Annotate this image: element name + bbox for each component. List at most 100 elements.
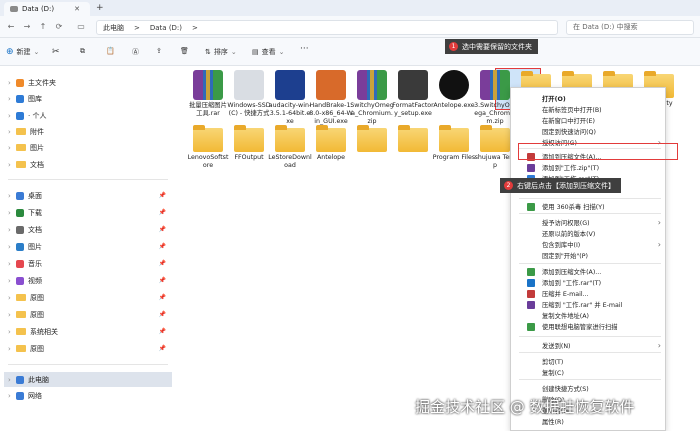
chevron-right-icon[interactable]: ›: [8, 243, 12, 251]
sidebar-item[interactable]: › 文档 📌: [4, 222, 172, 237]
pin-icon[interactable]: 📌: [159, 277, 166, 284]
chevron-right-icon[interactable]: ›: [8, 376, 12, 384]
sidebar-item[interactable]: › 附件: [4, 124, 172, 139]
file-item[interactable]: LenovoSoftstore: [186, 124, 230, 170]
context-menu-item[interactable]: 压缩到 "工作.rar" 并 E-mail: [511, 299, 667, 310]
sidebar-item[interactable]: › 视频 📌: [4, 273, 172, 288]
sidebar-item[interactable]: › 图片: [4, 140, 172, 155]
chevron-right-icon[interactable]: ›: [8, 277, 12, 285]
pin-icon[interactable]: 📌: [159, 192, 166, 199]
pin-icon[interactable]: 📌: [159, 226, 166, 233]
file-item[interactable]: [391, 124, 435, 154]
copy-icon[interactable]: ⧉: [80, 47, 85, 56]
sidebar-item[interactable]: › 桌面 📌: [4, 188, 172, 203]
context-menu-item[interactable]: 还原以前的版本(V): [511, 228, 667, 239]
file-item[interactable]: Windows-SSD (C) - 快捷方式: [227, 70, 271, 118]
sidebar-item[interactable]: › 音乐 📌: [4, 256, 172, 271]
chevron-right-icon[interactable]: ›: [8, 328, 12, 336]
tab-data-d[interactable]: Data (D:) ✕: [4, 2, 90, 16]
context-menu-item[interactable]: 在新窗口中打开(E): [511, 115, 667, 126]
chevron-right-icon[interactable]: ›: [8, 392, 12, 400]
pin-icon[interactable]: 📌: [159, 209, 166, 216]
chevron-right-icon[interactable]: ›: [8, 345, 12, 353]
sidebar-item[interactable]: › 主文件夹: [4, 75, 172, 90]
cut-icon[interactable]: ✂: [52, 47, 60, 57]
file-item[interactable]: SwitchyOmega_Chromium.zip: [350, 70, 394, 126]
forward-icon[interactable]: →: [22, 21, 32, 33]
file-item[interactable]: FFOutput: [227, 124, 271, 162]
file-item[interactable]: Antelope: [309, 124, 353, 162]
refresh-icon[interactable]: ⟳: [54, 21, 64, 33]
file-item[interactable]: 批量压缩图片工具.rar: [186, 70, 230, 118]
file-item[interactable]: [350, 124, 394, 154]
sidebar-item[interactable]: › 原图 📌: [4, 341, 172, 356]
sidebar-item[interactable]: › · 个人: [4, 108, 172, 123]
context-menu-item[interactable]: 剪切(T): [511, 356, 667, 367]
context-menu-item[interactable]: 添加到"工作.zip"(T): [511, 162, 667, 173]
sidebar-item[interactable]: › 网络: [4, 388, 172, 403]
new-button[interactable]: ⊕ 新建 ⌄: [6, 47, 39, 57]
breadcrumb[interactable]: 此电脑 > Data (D:) >: [96, 20, 558, 35]
context-menu-item[interactable]: 添加到压缩文件(A)...: [511, 266, 667, 277]
more-button[interactable]: ···: [300, 44, 309, 54]
chevron-right-icon[interactable]: ›: [8, 144, 12, 152]
sidebar-item[interactable]: › 图库: [4, 91, 172, 106]
context-menu-item[interactable]: 添加到 "工作.rar"(T): [511, 277, 667, 288]
context-menu-item[interactable]: 打开(O): [511, 93, 667, 104]
file-item[interactable]: Program Files: [432, 124, 476, 162]
back-icon[interactable]: ←: [6, 21, 16, 33]
sidebar-item[interactable]: › 图片 📌: [4, 239, 172, 254]
chevron-right-icon[interactable]: ›: [8, 209, 12, 217]
context-menu-item[interactable]: 使用 360杀毒 扫描(Y): [511, 201, 667, 212]
sidebar-item[interactable]: › 文档: [4, 157, 172, 172]
file-item[interactable]: Antelope.exe: [432, 70, 476, 110]
sidebar-item[interactable]: › 原图 📌: [4, 307, 172, 322]
context-menu-item[interactable]: 固定到快速访问(Q): [511, 126, 667, 137]
chevron-right-icon[interactable]: ›: [8, 260, 12, 268]
chevron-right-icon[interactable]: ›: [8, 294, 12, 302]
view-button[interactable]: ▤ 查看 ⌄: [252, 47, 285, 57]
search-input[interactable]: 在 Data (D:) 中搜索: [566, 20, 694, 35]
crumb-this-pc[interactable]: 此电脑: [103, 23, 124, 33]
pin-icon[interactable]: 📌: [159, 328, 166, 335]
pin-icon[interactable]: 📌: [159, 260, 166, 267]
chevron-right-icon[interactable]: ›: [8, 311, 12, 319]
context-menu-item[interactable]: 使用联想电脑管家进行扫描: [511, 321, 667, 332]
context-menu-item[interactable]: 包含到库中(I): [511, 239, 667, 250]
file-item[interactable]: audacity-win-3.5.1-64bit.exe: [268, 70, 312, 126]
chevron-right-icon[interactable]: ›: [8, 79, 12, 87]
context-menu-item[interactable]: 创建快捷方式(S): [511, 383, 667, 394]
pin-icon[interactable]: 📌: [159, 311, 166, 318]
context-menu-item[interactable]: 固定到"开始"(P): [511, 250, 667, 261]
context-menu-item[interactable]: 属性(R): [511, 416, 667, 427]
chevron-right-icon[interactable]: ›: [8, 192, 12, 200]
file-item[interactable]: LeStoreDownload: [268, 124, 312, 170]
pin-icon[interactable]: 📌: [159, 243, 166, 250]
context-menu-item[interactable]: 授予访问权限(G): [511, 217, 667, 228]
crumb-data-d[interactable]: Data (D:): [150, 24, 182, 32]
sidebar-item[interactable]: › 此电脑: [4, 372, 172, 387]
chevron-right-icon[interactable]: ›: [8, 95, 12, 103]
pin-icon[interactable]: 📌: [159, 345, 166, 352]
chevron-right-icon[interactable]: ›: [8, 112, 12, 120]
context-menu-item[interactable]: 在新标签页中打开(B): [511, 104, 667, 115]
delete-icon[interactable]: 🗑: [180, 47, 189, 55]
file-item[interactable]: FormatFactory_setup.exe: [391, 70, 435, 118]
chevron-right-icon[interactable]: ›: [8, 161, 12, 169]
sort-button[interactable]: ⇅ 排序 ⌄: [205, 47, 237, 57]
rename-icon[interactable]: Ⓐ: [132, 47, 139, 57]
context-menu-item[interactable]: 压缩并 E-mail...: [511, 288, 667, 299]
context-menu-item[interactable]: 发送到(N): [511, 340, 667, 351]
share-icon[interactable]: ⇪: [156, 47, 162, 55]
sidebar-item[interactable]: › 下载 📌: [4, 205, 172, 220]
pin-icon[interactable]: 📌: [159, 294, 166, 301]
sidebar-item[interactable]: › 原图 📌: [4, 290, 172, 305]
paste-icon[interactable]: 📋: [106, 47, 115, 55]
file-item[interactable]: HandBrake-1.8.0-x86_64-Win_GUI.exe: [309, 70, 353, 126]
new-tab-icon[interactable]: +: [96, 3, 104, 13]
close-icon[interactable]: ✕: [74, 5, 80, 13]
chevron-right-icon[interactable]: ›: [8, 226, 12, 234]
sidebar-item[interactable]: › 系统相关 📌: [4, 324, 172, 339]
context-menu-item[interactable]: 复制(C): [511, 367, 667, 378]
chevron-right-icon[interactable]: ›: [8, 128, 12, 136]
